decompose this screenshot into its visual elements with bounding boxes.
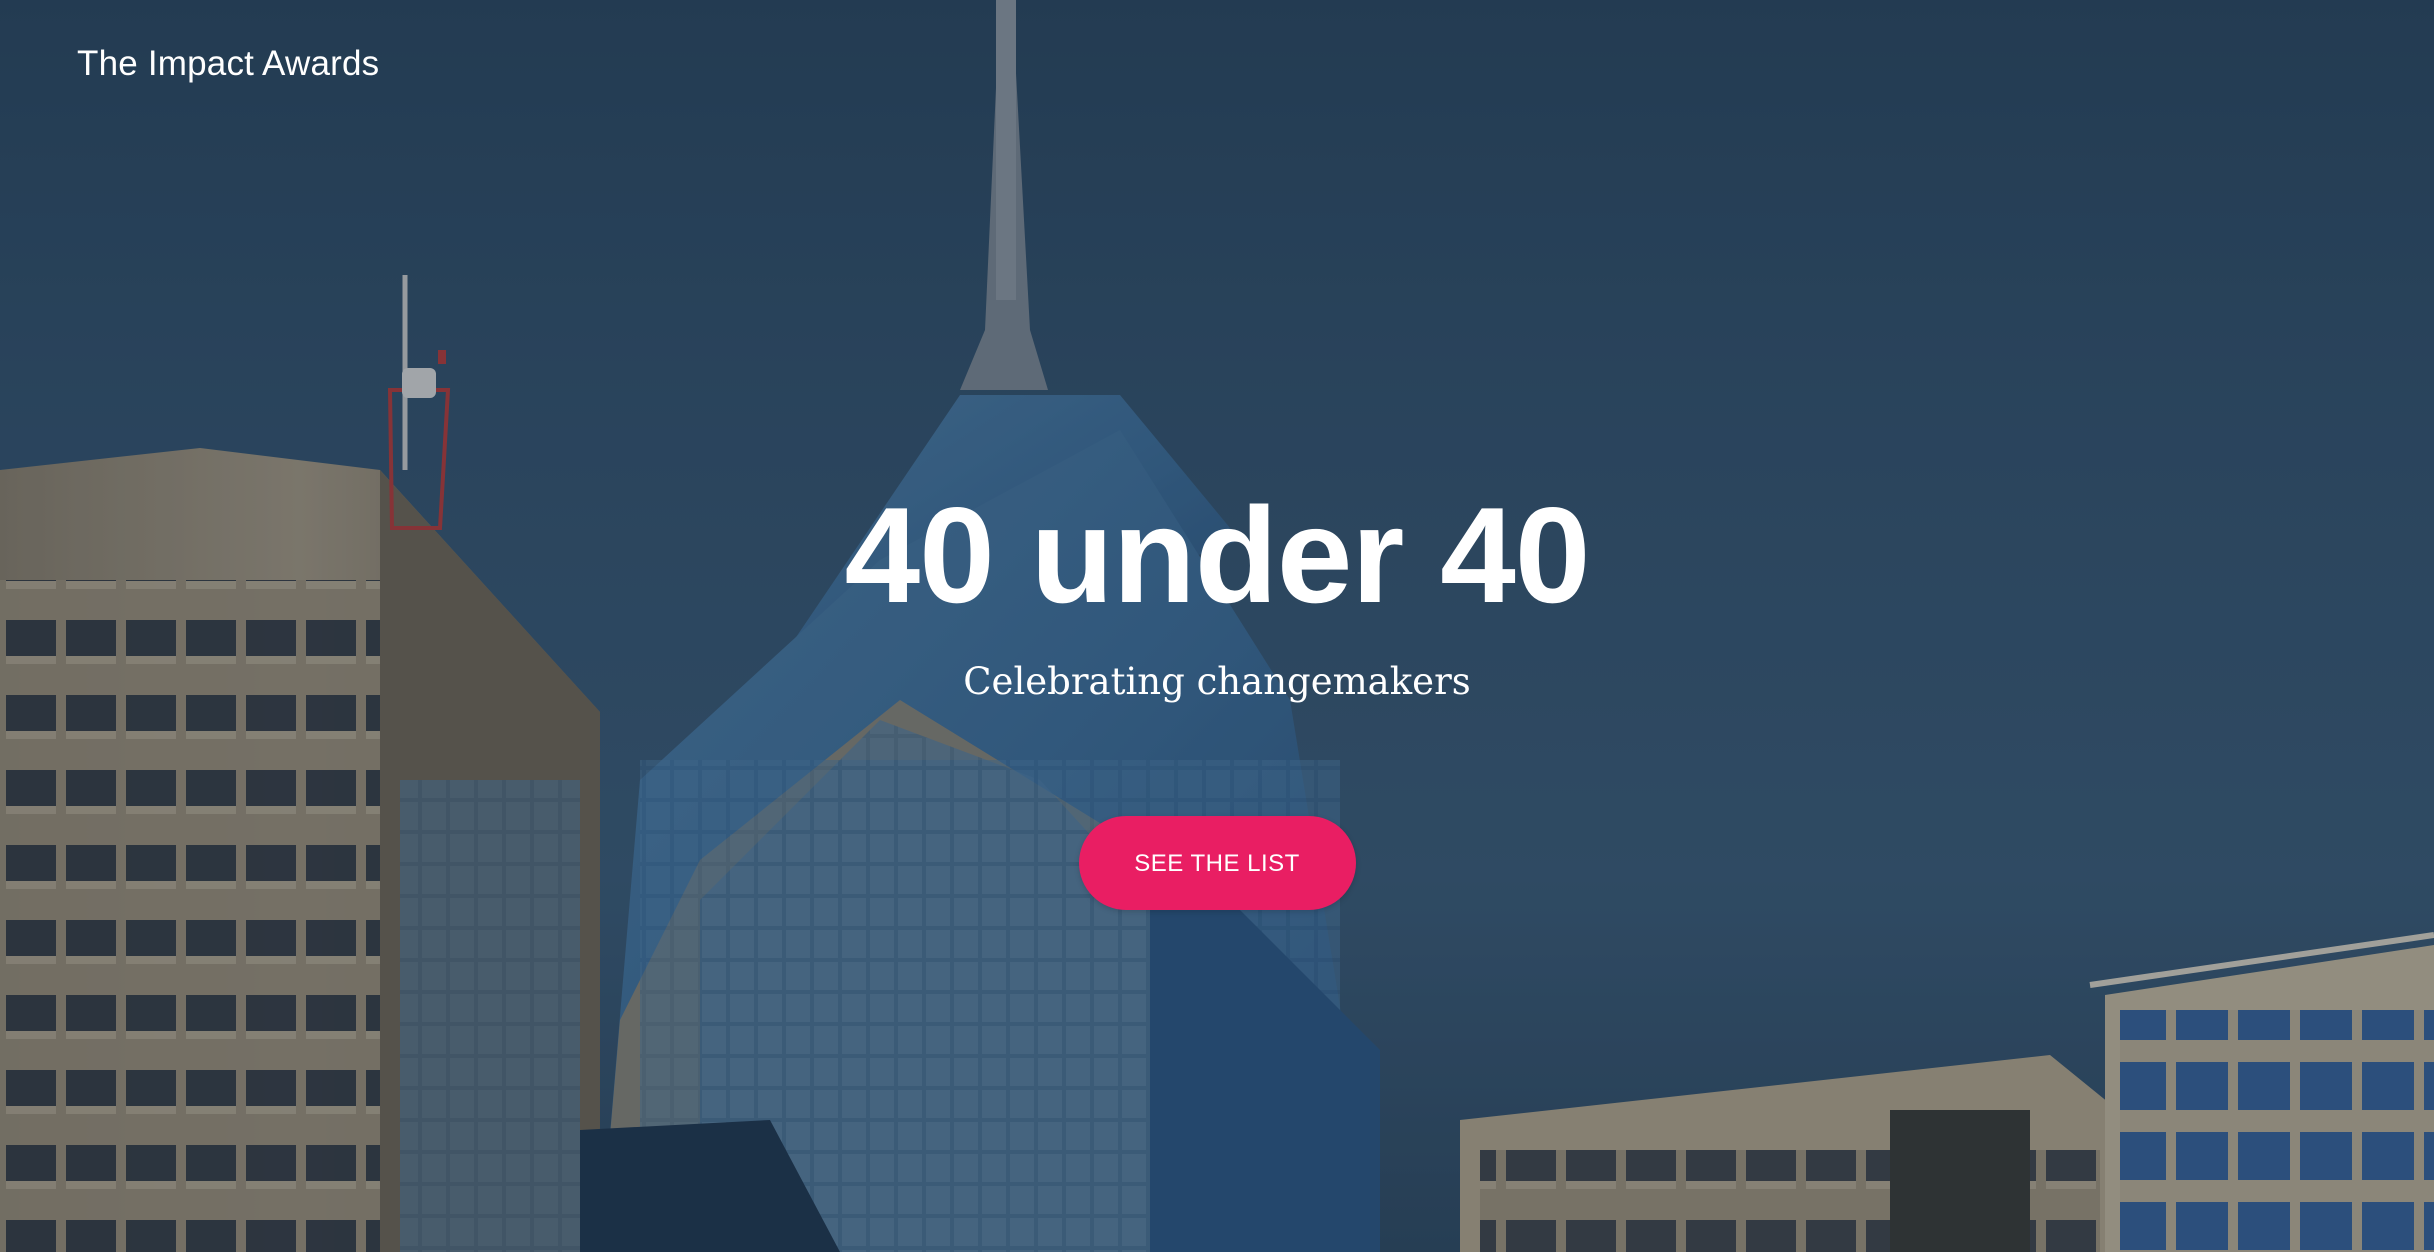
see-the-list-button[interactable]: SEE THE LIST [1078,816,1356,910]
hero-subtitle: Celebrating changemakers [963,660,1471,703]
brand-logo-link[interactable]: The Impact Awards [77,44,379,84]
hero-title: 40 under 40 [844,479,1591,631]
hero-section: The Impact Awards 40 under 40 Celebratin… [0,0,2434,1252]
hero-content: 40 under 40 Celebrating changemakers SEE… [0,480,2434,910]
